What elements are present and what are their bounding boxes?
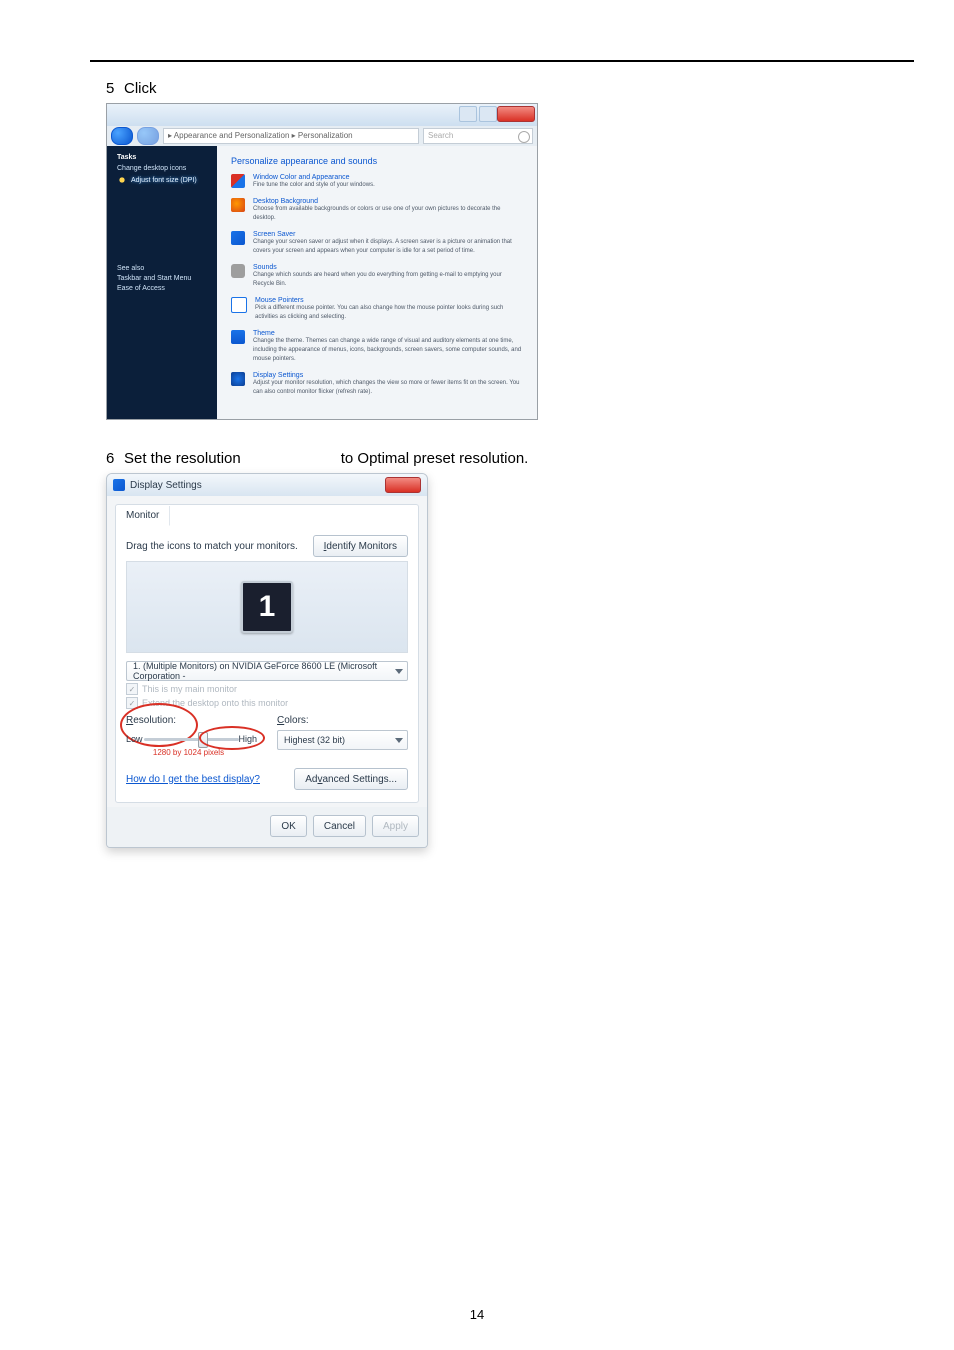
desktop-background-icon xyxy=(231,198,245,212)
nav-back-button[interactable] xyxy=(111,127,133,145)
link-window-color[interactable]: Window Color and AppearanceFine tune the… xyxy=(231,174,523,190)
search-input[interactable]: Search xyxy=(423,128,533,144)
link-sounds[interactable]: SoundsChange which sounds are heard when… xyxy=(231,264,523,289)
sidebar-see-also: See also xyxy=(117,265,209,272)
page-number: 14 xyxy=(0,1307,954,1322)
slider-high-label: High xyxy=(238,734,257,744)
sidebar-taskbar-link[interactable]: Taskbar and Start Menu xyxy=(117,275,209,282)
sidebar: Tasks Change desktop icons Adjust font s… xyxy=(107,146,217,419)
dialog-titlebar[interactable]: Display Settings xyxy=(107,474,427,496)
checkbox-main-monitor: ✓This is my main monitor xyxy=(126,683,408,695)
identify-monitors-button[interactable]: IIdentify Monitorsdentify Monitors xyxy=(313,535,408,557)
sidebar-header: Tasks xyxy=(117,154,209,161)
dialog-title: Display Settings xyxy=(130,480,202,491)
link-theme[interactable]: ThemeChange the theme. Themes can change… xyxy=(231,330,523,364)
cancel-button[interactable]: Cancel xyxy=(313,815,366,837)
page-top-rule xyxy=(90,60,914,62)
device-select[interactable]: 1. (Multiple Monitors) on NVIDIA GeForce… xyxy=(126,661,408,681)
monitor-1-icon[interactable]: 1 xyxy=(241,581,293,633)
display-settings-icon xyxy=(231,372,245,386)
sounds-icon xyxy=(231,264,245,278)
colors-select[interactable]: Highest (32 bit) xyxy=(277,730,408,750)
advanced-settings-button[interactable]: Advanced Settings...Advanced Settings... xyxy=(294,768,408,790)
tab-container: Monitor Drag the icons to match your mon… xyxy=(115,504,419,803)
sidebar-link-desktop-icons[interactable]: Change desktop icons xyxy=(117,165,209,172)
colors-label: Colors:Colors: xyxy=(277,715,408,726)
window-close-button[interactable] xyxy=(497,106,535,122)
window-min-max[interactable] xyxy=(459,106,497,122)
resolution-slider[interactable]: Low High 1280 by 1024 pixels xyxy=(126,728,257,756)
step-5-text: Click xyxy=(124,80,157,97)
display-settings-title-icon xyxy=(113,479,125,491)
mouse-pointers-icon xyxy=(231,297,247,313)
slider-low-label: Low xyxy=(126,734,143,744)
link-mouse-pointers[interactable]: Mouse PointersPick a different mouse poi… xyxy=(231,297,523,322)
link-screen-saver[interactable]: Screen SaverChange your screen saver or … xyxy=(231,231,523,256)
display-settings-dialog: Display Settings Monitor Drag the icons … xyxy=(106,473,428,848)
step-6: 6 Set the resolution to Optimal preset r… xyxy=(106,450,864,467)
step-6-text-right: to Optimal preset resolution. xyxy=(341,450,529,467)
address-bar: ▸ Appearance and Personalization ▸ Perso… xyxy=(107,126,537,146)
step-6-num: 6 xyxy=(106,450,120,467)
resolution-value: 1280 by 1024 pixels xyxy=(144,748,233,757)
sidebar-link-font-size[interactable]: Adjust font size (DPI) xyxy=(117,175,209,185)
personalization-main: Personalize appearance and sounds Window… xyxy=(217,146,537,419)
tab-monitor[interactable]: Monitor xyxy=(116,506,170,526)
link-display-settings[interactable]: Display SettingsAdjust your monitor reso… xyxy=(231,372,523,397)
window-color-icon xyxy=(231,174,245,188)
window-titlebar[interactable] xyxy=(107,104,537,126)
best-display-help-link[interactable]: How do I get the best display? xyxy=(126,774,260,785)
step-5: 5 Click xyxy=(106,80,864,97)
breadcrumb-path[interactable]: ▸ Appearance and Personalization ▸ Perso… xyxy=(163,128,419,144)
step-5-num: 5 xyxy=(106,80,120,97)
main-heading: Personalize appearance and sounds xyxy=(231,156,523,166)
drag-instruction: Drag the icons to match your monitors. xyxy=(126,541,298,552)
sidebar-ease-link[interactable]: Ease of Access xyxy=(117,285,209,292)
dialog-button-row: OK Cancel Apply xyxy=(107,807,427,847)
ok-button[interactable]: OK xyxy=(270,815,306,837)
link-desktop-background[interactable]: Desktop BackgroundChoose from available … xyxy=(231,198,523,223)
apply-button: Apply xyxy=(372,815,419,837)
screen-saver-icon xyxy=(231,231,245,245)
shield-icon xyxy=(117,175,127,185)
step-6-text-left: Set the resolution xyxy=(124,450,241,467)
personalization-window: ▸ Appearance and Personalization ▸ Perso… xyxy=(106,103,538,420)
sidebar-footer: See also Taskbar and Start Menu Ease of … xyxy=(117,265,209,292)
theme-icon xyxy=(231,330,245,344)
dialog-close-button[interactable] xyxy=(385,477,421,493)
nav-forward-button[interactable] xyxy=(137,127,159,145)
monitor-arrangement-area[interactable]: 1 xyxy=(126,561,408,653)
